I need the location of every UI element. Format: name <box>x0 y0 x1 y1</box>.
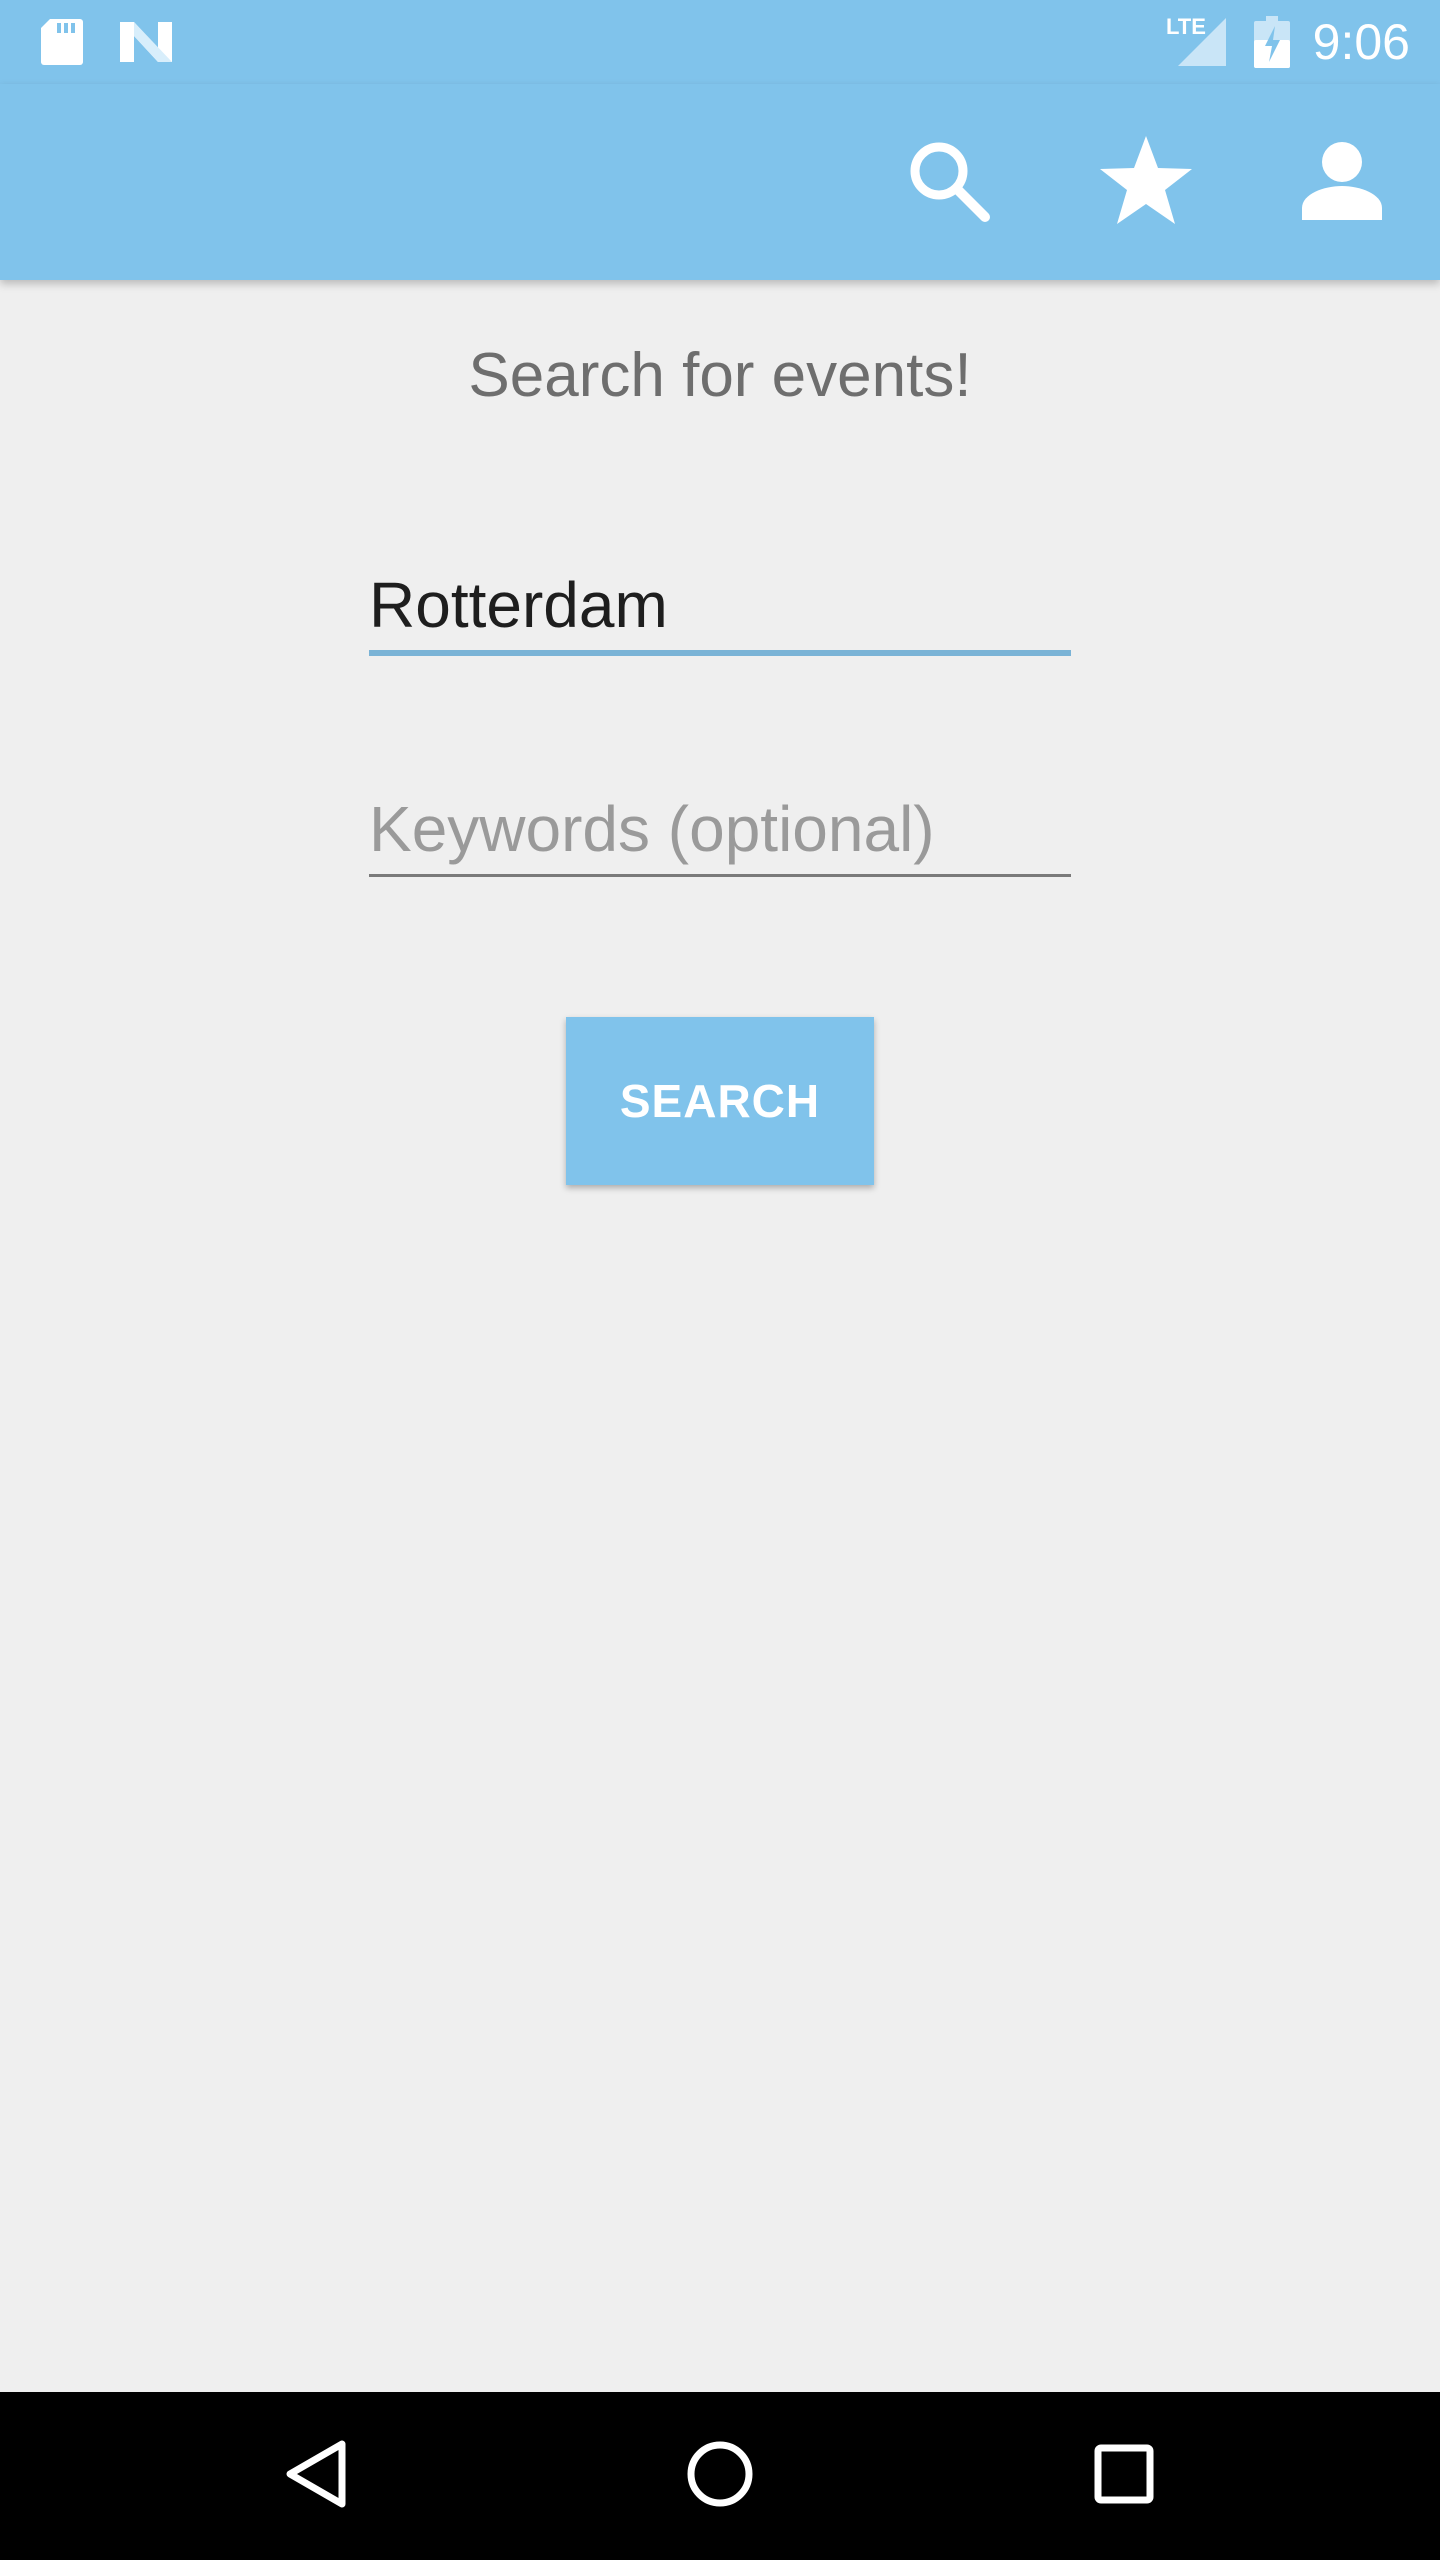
recents-icon <box>1094 2444 1154 2509</box>
battery-charging-icon <box>1254 0 1290 84</box>
search-button[interactable]: SEARCH <box>566 1017 874 1185</box>
back-icon <box>284 2439 348 2514</box>
city-input[interactable] <box>369 560 1071 650</box>
sd-card-icon <box>40 0 84 84</box>
city-field <box>369 560 1071 656</box>
navigation-bar <box>0 2392 1440 2560</box>
search-form: Search for events! SEARCH <box>0 280 1440 2392</box>
keywords-field <box>369 784 1071 877</box>
search-action-button[interactable] <box>850 84 1046 280</box>
account-action-button[interactable] <box>1244 84 1440 280</box>
account-icon <box>1302 140 1382 225</box>
search-icon <box>903 135 993 230</box>
status-bar: LTE 9:06 <box>0 0 1440 84</box>
city-input-underline <box>369 650 1071 656</box>
home-icon <box>686 2440 754 2513</box>
star-icon <box>1098 134 1194 231</box>
keywords-input-underline <box>369 874 1071 877</box>
keywords-input[interactable] <box>369 784 1071 874</box>
screen: LTE 9:06 Search for events! Rotterdam Ke… <box>0 0 1440 2560</box>
signal-icon <box>1176 0 1228 84</box>
n-logo-icon <box>118 0 174 84</box>
status-time: 9:06 <box>1312 14 1410 70</box>
recents-button[interactable] <box>1004 2392 1244 2560</box>
back-button[interactable] <box>196 2392 436 2560</box>
home-button[interactable] <box>600 2392 840 2560</box>
page-heading: Search for events! <box>468 341 972 410</box>
app-bar <box>0 84 1440 280</box>
favorites-action-button[interactable] <box>1048 84 1244 280</box>
